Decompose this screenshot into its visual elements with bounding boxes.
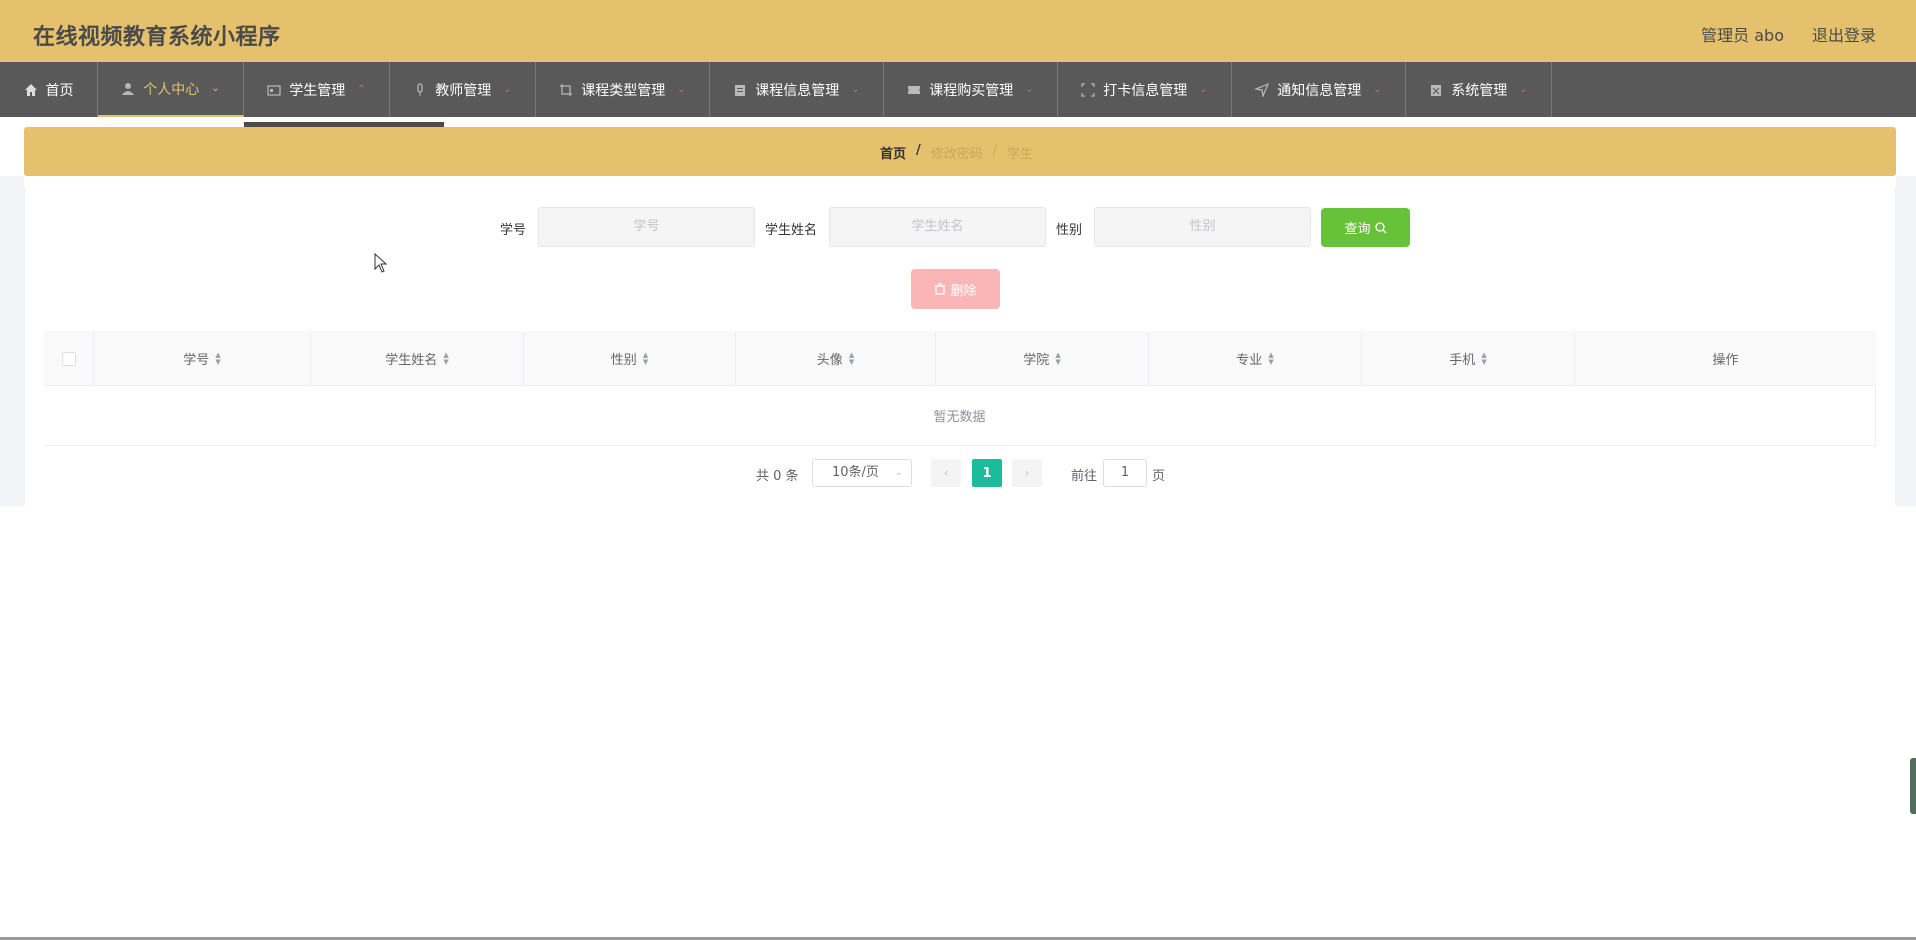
main-nav: 首页 个人中心 ⌄ 学生管理 ⌃ 教师管理 ⌄ 课程类型管理 ⌄ 课程信息管理 ⌄ 课程购…: [0, 62, 1916, 117]
column-header-student-id[interactable]: 学号 ▲ ▼: [94, 331, 311, 386]
breadcrumb-change-password[interactable]: 修改密码: [931, 143, 983, 162]
sort-icon[interactable]: ▲ ▼: [643, 351, 648, 366]
chevron-down-icon: ⌄: [1199, 84, 1208, 95]
table-header: 学号 ▲ ▼ 学生姓名 ▲ ▼ 性别 ▲ ▼ 头像 ▲ ▼ 学院 ▲ ▼ 专业 ▲ ▼ 手机 ▲ ▼ 操作: [44, 331, 1876, 386]
page-size-select[interactable]: 10条/页 ⌄: [812, 459, 912, 487]
chevron-down-icon: ⌄: [503, 84, 512, 95]
goto-page-input[interactable]: 1: [1103, 459, 1147, 487]
nav-item-course-purchase-management[interactable]: 课程购买管理 ⌄: [884, 62, 1058, 117]
nav-item-teacher-management[interactable]: 教师管理 ⌄: [390, 62, 536, 117]
delete-button[interactable]: 删除: [911, 269, 1000, 309]
home-icon: [24, 83, 37, 96]
search-form: 学号 学号 学生姓名 学生姓名 性别 性别: [0, 207, 1916, 247]
sort-icon[interactable]: ▲ ▼: [1268, 351, 1273, 366]
column-header-major[interactable]: 专业 ▲ ▼: [1149, 331, 1362, 386]
column-header-actions: 操作: [1712, 353, 1739, 368]
ticket-icon: [908, 85, 921, 94]
page-suffix-label: 页: [1152, 469, 1166, 484]
nav-item-label: 课程类型管理: [581, 82, 666, 99]
crop-icon: [560, 83, 573, 96]
nav-item-course-info-management[interactable]: 课程信息管理 ⌄: [710, 62, 884, 117]
column-header-avatar[interactable]: 头像 ▲ ▼: [736, 331, 936, 386]
select-all-checkbox[interactable]: [61, 351, 76, 366]
fullscreen-icon: [1081, 82, 1095, 97]
chevron-down-icon: ⌄: [851, 84, 860, 95]
nav-item-label: 个人中心: [143, 81, 200, 98]
column-header-student-name[interactable]: 学生姓名 ▲ ▼: [311, 331, 524, 386]
column-header-gender[interactable]: 性别 ▲ ▼: [524, 331, 736, 386]
next-page-button[interactable]: ›: [1012, 459, 1042, 487]
breadcrumb-separator: /: [992, 143, 998, 158]
nav-item-label: 课程购买管理: [929, 82, 1014, 99]
query-button[interactable]: 查询: [1321, 208, 1410, 247]
chevron-up-icon: ⌃: [357, 84, 366, 95]
chevron-down-icon: ⌄: [1519, 84, 1528, 95]
chevron-down-icon: ⌄: [1373, 84, 1382, 95]
chevron-down-icon: ⌄: [677, 84, 686, 95]
student-name-label: 学生姓名: [765, 223, 818, 238]
trash-icon: [935, 283, 946, 295]
gender-label: 性别: [1056, 223, 1083, 238]
nav-item-system-management[interactable]: 系统管理 ⌄: [1406, 62, 1552, 117]
student-id-label: 学号: [500, 223, 527, 238]
breadcrumb-bar: 首页 / 修改密码 / 学生: [24, 127, 1896, 176]
column-header-phone[interactable]: 手机 ▲ ▼: [1362, 331, 1575, 386]
sort-icon[interactable]: ▲ ▼: [849, 351, 854, 366]
column-header-college[interactable]: 学院 ▲ ▼: [936, 331, 1149, 386]
nav-item-notice-management[interactable]: 通知信息管理 ⌄: [1232, 62, 1406, 117]
breadcrumb-separator: /: [916, 143, 921, 158]
mouse-cursor-icon: [374, 253, 388, 273]
chevron-down-icon: ⌄: [894, 467, 903, 478]
nav-item-label: 学生管理: [289, 82, 346, 99]
chevron-down-icon: ⌄: [211, 83, 220, 94]
user-icon: [122, 82, 135, 95]
sort-icon[interactable]: ▲ ▼: [1481, 351, 1486, 366]
student-name-input[interactable]: 学生姓名: [829, 207, 1046, 247]
page-number-current[interactable]: 1: [972, 459, 1002, 487]
nav-item-personal-center[interactable]: 个人中心 ⌄: [98, 62, 244, 117]
goto-label: 前往: [1071, 469, 1098, 484]
app-title: 在线视频教育系统小程序: [33, 25, 281, 50]
nav-item-label: 首页: [45, 82, 74, 99]
nav-item-label: 系统管理: [1451, 82, 1508, 99]
prev-page-button[interactable]: ‹: [931, 459, 961, 487]
nav-item-home[interactable]: 首页: [0, 62, 98, 117]
app-header: 在线视频教育系统小程序 管理员 abo 退出登录: [0, 0, 1916, 62]
nav-item-checkin-management[interactable]: 打卡信息管理 ⌄: [1058, 62, 1232, 117]
student-id-input[interactable]: 学号: [538, 207, 755, 247]
sort-icon[interactable]: ▲ ▼: [215, 351, 220, 366]
chevron-right-icon: ›: [1024, 466, 1030, 480]
pagination: 共 0 条 10条/页 ⌄ ‹ 1 › 前往 1 页: [0, 459, 1916, 487]
nav-item-student-management[interactable]: 学生管理 ⌃: [244, 62, 390, 117]
nav-item-label: 通知信息管理: [1277, 82, 1362, 99]
admin-user-label: 管理员 abo: [1701, 26, 1784, 45]
breadcrumb-student: 学生: [1007, 147, 1034, 162]
chevron-left-icon: ‹: [943, 466, 949, 480]
breadcrumb-home[interactable]: 首页: [880, 143, 906, 162]
sort-icon[interactable]: ▲ ▼: [443, 351, 448, 366]
delete-box-icon: [1431, 84, 1442, 96]
pagination-total: 共 0 条: [756, 469, 799, 484]
select-all-cell: [44, 331, 94, 386]
nav-item-label: 教师管理: [435, 82, 492, 99]
logout-link[interactable]: 退出登录: [1812, 22, 1876, 46]
empty-state-text: 暂无数据: [44, 386, 1876, 446]
student-table: 学号 ▲ ▼ 学生姓名 ▲ ▼ 性别 ▲ ▼ 头像 ▲ ▼ 学院 ▲ ▼ 专业 ▲ ▼ 手机 ▲ ▼ 操作 …: [44, 331, 1876, 446]
gender-input[interactable]: 性别: [1094, 207, 1311, 247]
chevron-down-icon: ⌄: [1025, 84, 1034, 95]
sort-icon[interactable]: ▲ ▼: [1055, 351, 1060, 366]
navigation-icon: [1255, 82, 1270, 97]
nav-item-label: 课程信息管理: [755, 82, 840, 99]
nav-item-label: 打卡信息管理: [1103, 82, 1188, 99]
clipboard-icon: [735, 84, 746, 96]
microphone-icon: [417, 82, 423, 96]
nav-item-course-type-management[interactable]: 课程类型管理 ⌄: [536, 62, 710, 117]
scrollbar-handle[interactable]: [1910, 758, 1916, 814]
breadcrumb: 首页 / 修改密码 / 学生: [880, 143, 1033, 162]
id-card-icon: [267, 84, 281, 96]
search-icon: [1374, 221, 1386, 233]
